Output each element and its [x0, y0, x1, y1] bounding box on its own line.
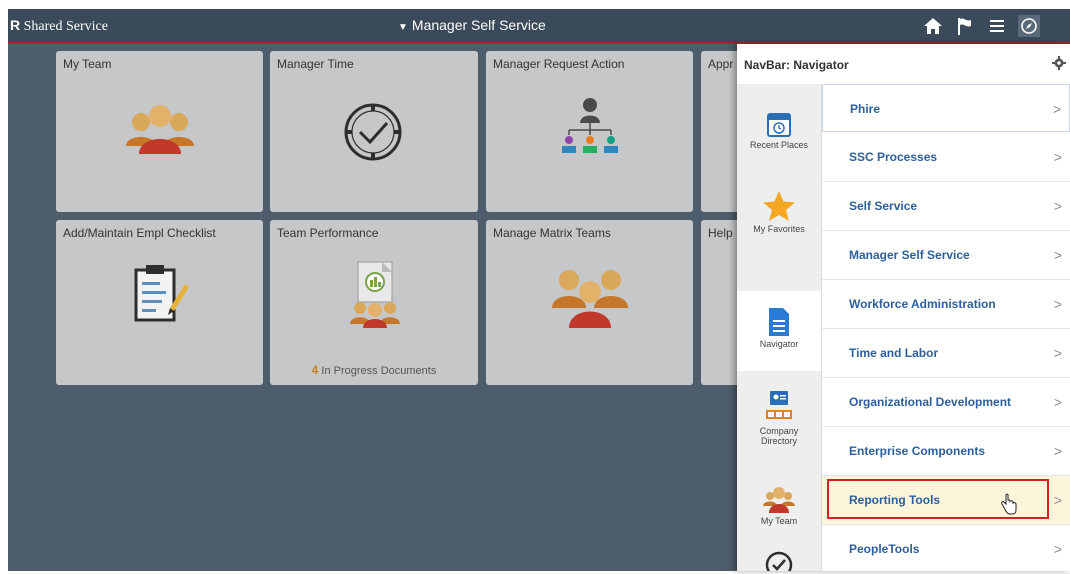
navbar-panel: NavBar: Navigator Recent Places My Favor…	[737, 44, 1070, 574]
brand: R Shared Service	[10, 17, 108, 35]
menu-item-label: Enterprise Components	[849, 444, 986, 458]
menu-item-reporting-tools[interactable]: Reporting Tools >	[822, 476, 1070, 525]
menu-item-phire[interactable]: Phire >	[822, 84, 1070, 132]
rail-item-company-directory[interactable]: Company Directory	[737, 384, 821, 464]
chevron-right-icon: >	[1053, 149, 1062, 165]
tile-manager-time[interactable]: Manager Time	[270, 51, 478, 212]
badge-count: 4	[311, 363, 319, 377]
menu-item-organizational-development[interactable]: Organizational Development >	[822, 378, 1070, 427]
chevron-right-icon: >	[1053, 541, 1062, 557]
tile-title: Manager Request Action	[493, 57, 625, 71]
page-title-dropdown[interactable]: ▼ Manager Self Service	[398, 17, 546, 33]
clock-icon	[344, 103, 402, 161]
menu-item-label: Self Service	[849, 199, 918, 213]
chevron-right-icon: >	[1053, 198, 1062, 214]
rail-label: Navigator	[759, 339, 799, 349]
menu-item-manager-self-service[interactable]: Manager Self Service >	[822, 231, 1070, 280]
tile-title: My Team	[63, 57, 112, 71]
hand-pointer-cursor-icon	[1001, 493, 1017, 515]
navigator-document-icon	[769, 308, 789, 336]
tile-manager-request-action[interactable]: Manager Request Action	[486, 51, 693, 212]
menu-item-label: Time and Labor	[849, 346, 939, 360]
rail-item-manager-time[interactable]	[737, 544, 821, 571]
org-chart-icon	[562, 98, 618, 153]
tile-title: Appr	[708, 57, 734, 71]
my-team-icon	[763, 487, 795, 513]
brand-letter: R	[10, 17, 21, 33]
star-icon	[763, 191, 795, 221]
rail-label: My Team	[760, 516, 798, 526]
company-directory-icon	[766, 391, 792, 419]
chevron-right-icon: >	[1053, 296, 1062, 312]
menu-icon[interactable]	[986, 15, 1008, 37]
menu-item-label: PeopleTools	[849, 542, 920, 556]
menu-item-label: Reporting Tools	[849, 493, 941, 507]
menu-item-label: Phire	[850, 102, 881, 116]
tile-manage-matrix-teams[interactable]: Manage Matrix Teams	[486, 220, 693, 385]
gear-icon[interactable]	[1052, 56, 1066, 70]
brand-text: Shared Service	[23, 19, 108, 34]
caret-down-icon: ▼	[398, 22, 408, 33]
chevron-right-icon: >	[1053, 247, 1062, 263]
tile-title: Manage Matrix Teams	[493, 226, 611, 240]
flag-icon[interactable]	[954, 15, 976, 37]
menu-item-time-and-labor[interactable]: Time and Labor >	[822, 329, 1070, 378]
recent-places-icon	[767, 113, 791, 137]
rail-item-navigator[interactable]: Navigator	[737, 291, 821, 371]
menu-item-label: SSC Processes	[849, 150, 938, 164]
navbar-header: NavBar: Navigator	[737, 44, 1070, 85]
tile-my-team[interactable]: My Team	[56, 51, 263, 212]
rail-item-my-team[interactable]: My Team	[737, 482, 821, 542]
header-bar: R Shared Service ▼ Manager Self Service	[8, 9, 1070, 44]
rail-label: Recent Places	[749, 140, 809, 150]
team-performance-icon	[350, 261, 400, 328]
navbar-title: NavBar: Navigator	[744, 58, 849, 72]
matrix-team-icon	[552, 270, 628, 328]
menu-item-label: Organizational Development	[849, 395, 1012, 409]
tile-team-performance[interactable]: Team Performance 4 In Progress Documents	[270, 220, 478, 385]
tile-title: Team Performance	[277, 226, 379, 240]
app-frame: R Shared Service ▼Manager Self Service	[0, 0, 1070, 574]
chevron-right-icon: >	[1053, 394, 1062, 410]
chevron-right-icon: >	[1053, 492, 1062, 508]
rail-item-my-favorites[interactable]: My Favorites	[737, 184, 821, 256]
tile-title: Help	[708, 226, 733, 240]
menu-item-workforce-administration[interactable]: Workforce Administration >	[822, 280, 1070, 329]
menu-item-self-service[interactable]: Self Service >	[822, 182, 1070, 231]
rail-item-recent-places[interactable]: Recent Places	[737, 106, 821, 176]
page-title: Manager Self Service	[411, 17, 546, 33]
tile-title: Add/Maintain Empl Checklist	[63, 226, 216, 240]
navbar-compass-icon[interactable]	[1018, 15, 1040, 37]
navbar-rail: Recent Places My Favorites Navigator Com…	[737, 84, 822, 571]
tile-add-maintain-empl-checklist[interactable]: Add/Maintain Empl Checklist	[56, 220, 263, 385]
menu-item-label: Manager Self Service	[849, 248, 970, 262]
badge-text: In Progress Documents	[321, 365, 437, 377]
rail-label: My Favorites	[753, 224, 805, 234]
navigator-menu: Phire > SSC Processes > Self Service > M…	[822, 84, 1070, 574]
tile-title: Manager Time	[277, 57, 354, 71]
rail-label-line-2: Directory	[760, 436, 797, 446]
menu-item-label: Workforce Administration	[849, 297, 996, 311]
in-progress-documents-badge: 4 In Progress Documents	[270, 363, 478, 377]
rail-label-line-1: Company	[759, 426, 799, 436]
clock-icon	[765, 551, 793, 571]
chevron-right-icon: >	[1052, 101, 1061, 117]
menu-item-ssc-processes[interactable]: SSC Processes >	[822, 133, 1070, 182]
chevron-right-icon: >	[1053, 345, 1062, 361]
menu-item-peopletools[interactable]: PeopleTools >	[822, 525, 1070, 574]
clipboard-checklist-icon	[134, 265, 189, 322]
team-people-icon	[126, 105, 194, 154]
chevron-right-icon: >	[1053, 443, 1062, 459]
menu-item-enterprise-components[interactable]: Enterprise Components >	[822, 427, 1070, 476]
home-icon[interactable]	[922, 15, 944, 37]
